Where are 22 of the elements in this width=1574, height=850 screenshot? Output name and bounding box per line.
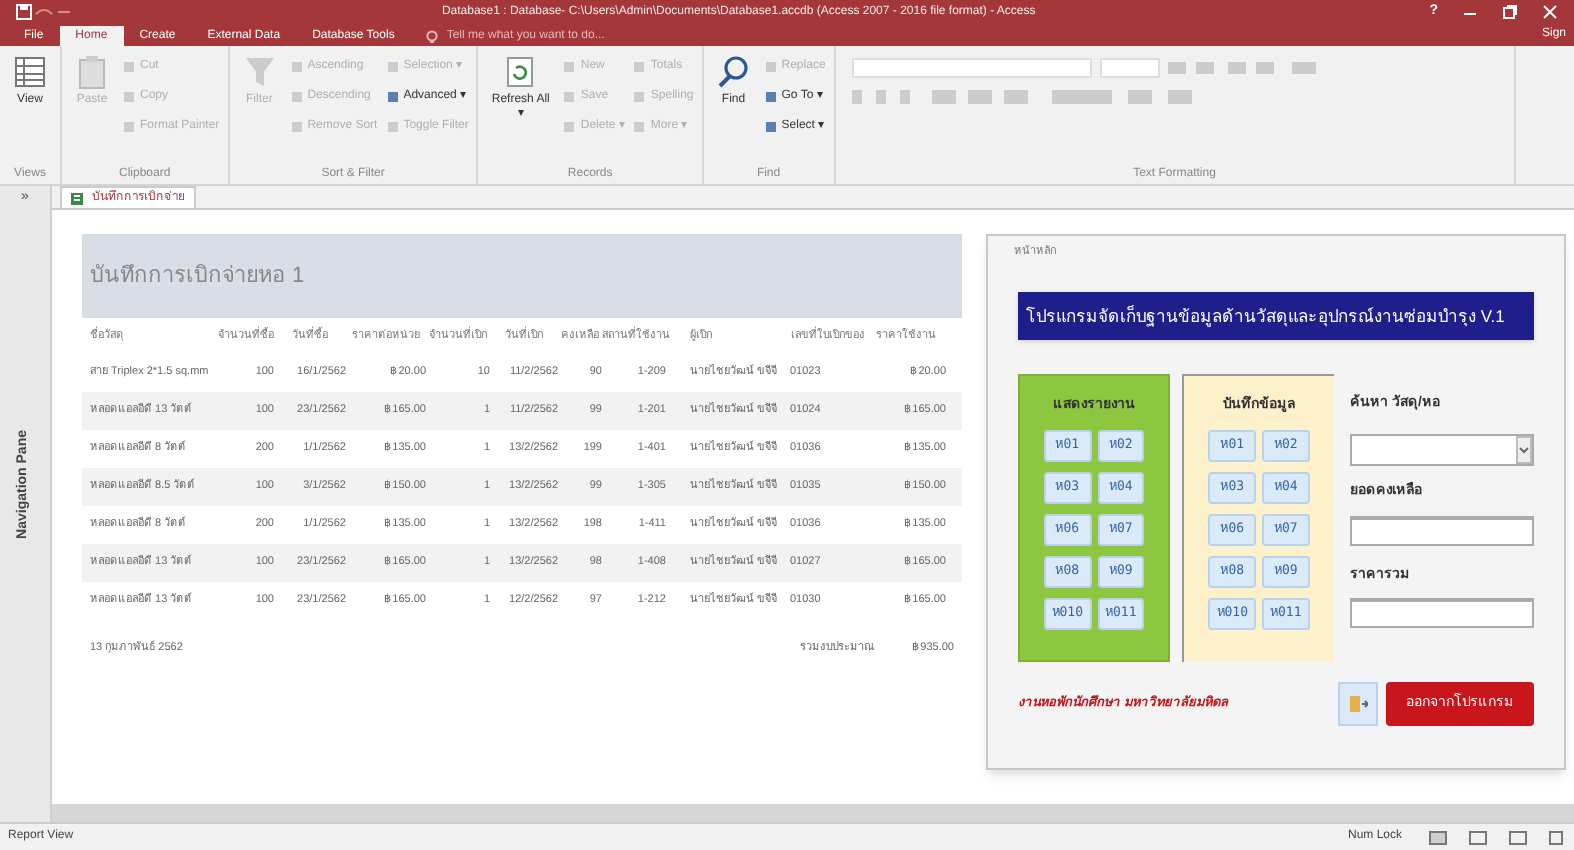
balance-field[interactable] xyxy=(1350,515,1534,545)
table-icon xyxy=(12,54,48,90)
save-icon[interactable] xyxy=(16,4,32,20)
search-icon xyxy=(715,54,752,90)
price-field[interactable] xyxy=(1350,598,1534,628)
font-size-field[interactable] xyxy=(1099,58,1160,78)
exit-icon-button[interactable] xyxy=(1338,682,1378,726)
chevron-down-icon xyxy=(1516,436,1532,464)
banner-title: โปรแกรมจัดเก็บฐานข้อมูลด้านวัสดุและอุปกรณ์งานซ่อมบำรุง V.1 xyxy=(1026,303,1505,329)
funnel-icon xyxy=(241,54,278,90)
search-dropdown[interactable] xyxy=(1350,434,1534,466)
report-icon xyxy=(70,191,84,205)
report-title: บันทึกการเบิกจ่ายหอ 1 xyxy=(90,261,305,292)
clipboard-icon xyxy=(74,54,110,90)
refresh-icon xyxy=(502,54,539,90)
door-icon xyxy=(1348,694,1368,714)
close-icon[interactable] xyxy=(1542,4,1558,20)
view-icon[interactable] xyxy=(1426,829,1566,845)
font-name-field[interactable] xyxy=(851,58,1092,78)
lightbulb-icon xyxy=(426,29,439,43)
restore-icon[interactable] xyxy=(1502,4,1518,20)
scrollbar[interactable] xyxy=(52,804,1574,822)
